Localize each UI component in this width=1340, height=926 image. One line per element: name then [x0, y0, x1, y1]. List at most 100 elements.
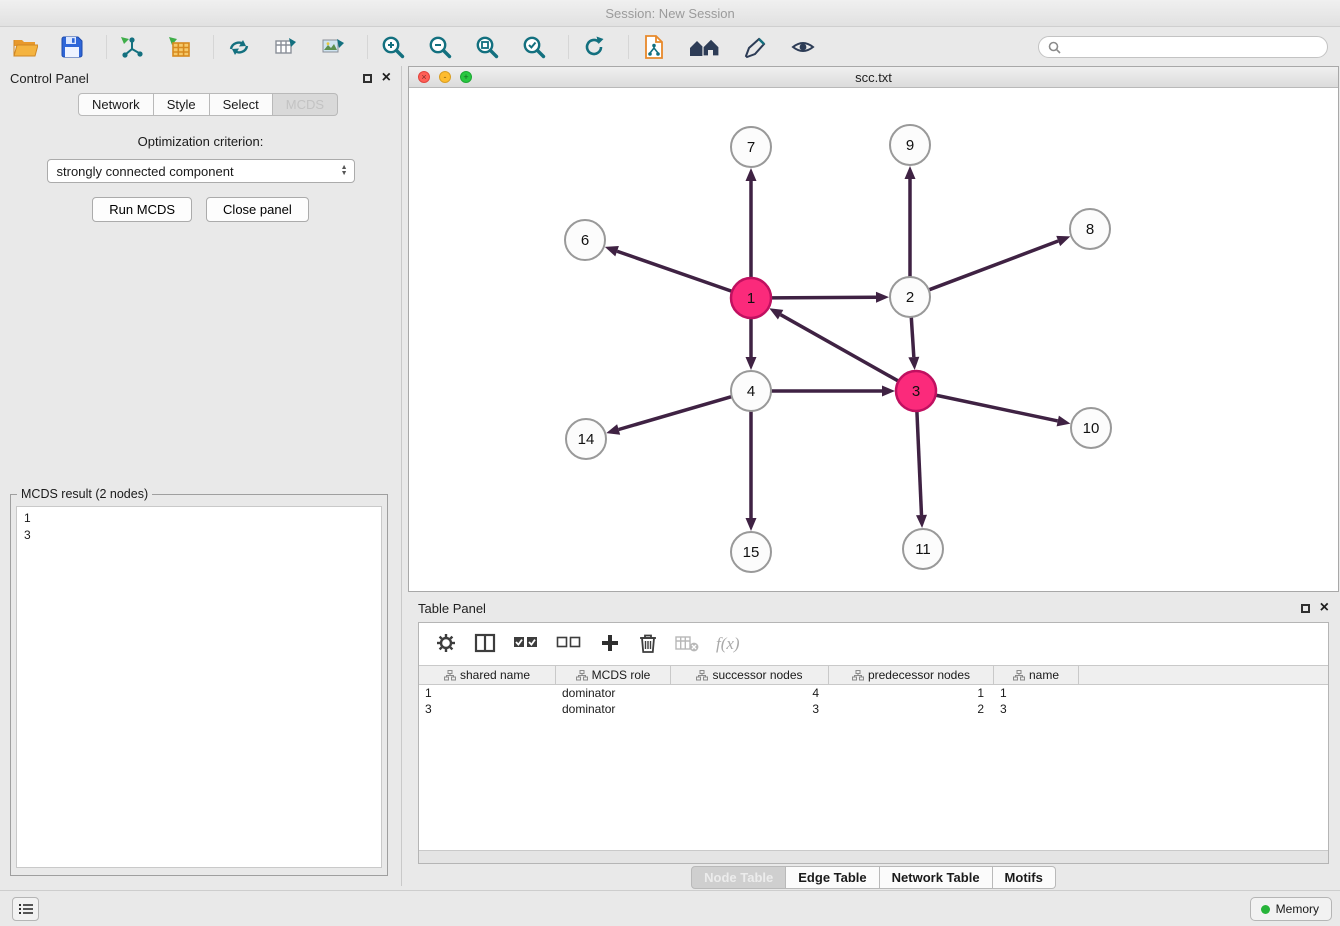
run-mcds-button[interactable]: Run MCDS [92, 197, 192, 222]
column-header-predecessor-nodes[interactable]: predecessor nodes [829, 666, 994, 684]
export-table-button[interactable] [271, 33, 301, 61]
table-cell[interactable]: 1 [994, 685, 1079, 701]
window-title: Session: New Session [605, 6, 734, 21]
task-history-button[interactable] [12, 897, 39, 921]
network-file-icon [642, 34, 666, 60]
function-builder-button[interactable]: f(x) [716, 634, 740, 654]
column-tree-icon [1013, 670, 1025, 681]
style-annotation-button[interactable] [741, 33, 771, 61]
delete-column-button[interactable] [675, 633, 699, 656]
float-table-panel-icon[interactable] [1301, 604, 1310, 613]
edge-1-6[interactable] [617, 251, 732, 291]
show-columns-button[interactable] [474, 632, 496, 657]
node-table: f(x) shared nameMCDS rolesuccessor nodes… [418, 622, 1329, 864]
zoom-out-button[interactable] [425, 33, 455, 61]
import-network-button[interactable] [117, 33, 147, 61]
table-row[interactable]: 1dominator411 [419, 685, 1328, 701]
home-icon [688, 35, 722, 59]
column-header-name[interactable]: name [994, 666, 1079, 684]
tab-motifs[interactable]: Motifs [993, 866, 1056, 889]
network-window-titlebar[interactable]: × - + scc.txt [409, 67, 1338, 88]
tab-select[interactable]: Select [210, 93, 273, 116]
node-label-3: 3 [912, 383, 920, 400]
table-horizontal-scrollbar[interactable] [419, 850, 1328, 863]
tab-network[interactable]: Network [78, 93, 154, 116]
table-cell[interactable]: 3 [994, 701, 1079, 717]
table-settings-button[interactable] [435, 632, 457, 657]
close-panel-button[interactable]: Close panel [206, 197, 309, 222]
home-button[interactable] [686, 33, 724, 61]
delete-column-icon [675, 633, 699, 653]
table-cell[interactable]: 1 [419, 685, 556, 701]
zoom-selected-button[interactable] [519, 33, 549, 61]
table-panel: Table Panel × [408, 596, 1339, 888]
node-label-8: 8 [1086, 221, 1094, 238]
edge-3-10[interactable] [936, 395, 1058, 421]
table-cell[interactable]: dominator [556, 701, 671, 717]
memory-button[interactable]: Memory [1250, 897, 1332, 921]
select-all-button[interactable] [513, 633, 539, 656]
edge-arrowhead [746, 518, 757, 531]
float-panel-icon[interactable] [363, 74, 372, 83]
zoom-in-button[interactable] [378, 33, 408, 61]
tab-node-table[interactable]: Node Table [691, 866, 786, 889]
table-cell[interactable]: 1 [829, 685, 994, 701]
edge-4-14[interactable] [619, 397, 732, 430]
close-window-icon[interactable]: × [418, 71, 430, 83]
column-header-label: name [1029, 668, 1059, 682]
search-input[interactable] [1066, 40, 1318, 54]
table-body: 1dominator4113dominator323 [419, 685, 1328, 850]
import-table-button[interactable] [164, 33, 194, 61]
table-cell[interactable]: 3 [419, 701, 556, 717]
tab-style[interactable]: Style [154, 93, 210, 116]
edge-3-11[interactable] [917, 411, 922, 515]
toolbar-separator [367, 35, 368, 59]
save-session-button[interactable] [57, 33, 87, 61]
optimization-criterion-dropdown[interactable]: strongly connected component ▲▼ [47, 159, 355, 183]
table-cell[interactable]: dominator [556, 685, 671, 701]
node-label-7: 7 [747, 139, 755, 156]
column-tree-icon [576, 670, 588, 681]
network-window-title: scc.txt [855, 70, 892, 85]
table-cell[interactable]: 3 [671, 701, 829, 717]
edge-arrowhead [916, 515, 927, 528]
export-image-button[interactable] [318, 33, 348, 61]
zoom-out-icon [427, 34, 453, 60]
zoom-fit-icon [474, 34, 500, 60]
network-graph: 7968124314101511 [409, 88, 1338, 591]
edge-3-1[interactable] [781, 315, 899, 381]
network-canvas[interactable]: 7968124314101511 [409, 88, 1338, 591]
zoom-fit-button[interactable] [472, 33, 502, 61]
search-field[interactable] [1038, 36, 1328, 58]
import-table-icon [166, 35, 192, 59]
toolbar-separator [568, 35, 569, 59]
show-hide-button[interactable] [788, 33, 818, 61]
close-panel-icon[interactable]: × [382, 72, 391, 84]
edge-arrowhead [882, 386, 895, 397]
network-file-button[interactable] [639, 33, 669, 61]
open-session-button[interactable] [10, 33, 40, 61]
edge-arrowhead [876, 292, 889, 303]
edge-2-8[interactable] [929, 241, 1058, 290]
edge-2-3[interactable] [911, 317, 914, 357]
close-table-panel-icon[interactable]: × [1320, 602, 1329, 614]
table-cell[interactable]: 2 [829, 701, 994, 717]
table-cell[interactable]: 4 [671, 685, 829, 701]
shuffle-views-button[interactable] [224, 33, 254, 61]
table-panel-title: Table Panel [418, 601, 1301, 616]
minimize-window-icon[interactable]: - [439, 71, 451, 83]
add-row-button[interactable] [599, 632, 621, 657]
tab-network-table[interactable]: Network Table [880, 866, 993, 889]
edge-1-2[interactable] [771, 297, 876, 298]
deselect-all-button[interactable] [556, 633, 582, 656]
delete-row-button[interactable] [638, 632, 658, 657]
column-header-shared-name[interactable]: shared name [419, 666, 556, 684]
column-header-successor-nodes[interactable]: successor nodes [671, 666, 829, 684]
table-row[interactable]: 3dominator323 [419, 701, 1328, 717]
tab-mcds[interactable]: MCDS [273, 93, 338, 116]
tab-edge-table[interactable]: Edge Table [786, 866, 879, 889]
maximize-window-icon[interactable]: + [460, 71, 472, 83]
table-arrow-icon [273, 35, 299, 59]
refresh-view-button[interactable] [579, 33, 609, 61]
column-header-MCDS-role[interactable]: MCDS role [556, 666, 671, 684]
